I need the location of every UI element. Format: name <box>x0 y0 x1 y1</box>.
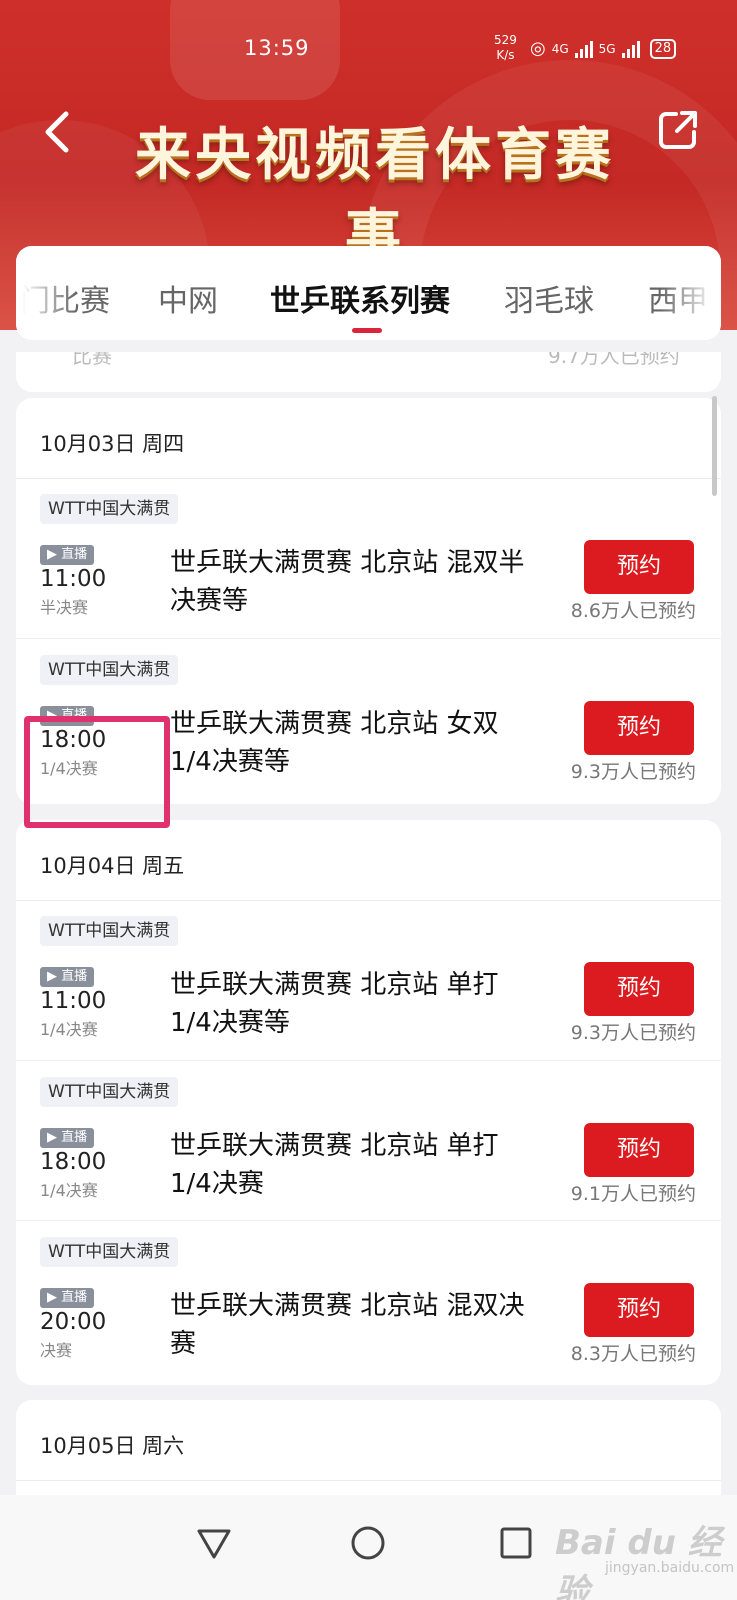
previous-card-bottom: 比赛 9.7万人已预约 <box>16 352 721 392</box>
live-badge: ▶ 直播 <box>40 545 95 565</box>
match-time: 18:00 <box>40 1149 107 1175</box>
day-date: 10月05日 周六 <box>40 1434 185 1458</box>
live-badge: ▶ 直播 <box>40 1288 95 1308</box>
live-badge: ▶ 直播 <box>40 967 95 987</box>
event-tag: WTT中国大满贯 <box>40 494 179 524</box>
match-row[interactable]: WTT中国大满贯 ▶ 直播 18:00 1/4决赛 世乒联大满贯赛 北京站 单打… <box>16 1060 721 1222</box>
match-row[interactable]: WTT中国大满贯 ▶ 直播 11:00 1/4决赛 世乒联大满贯赛 北京站 单打… <box>16 900 721 1062</box>
chevron-left-icon <box>45 111 69 153</box>
scrollbar[interactable] <box>712 396 717 496</box>
status-time: 13:59 <box>244 36 310 60</box>
square-recents-icon <box>500 1527 532 1559</box>
battery-icon: 28 <box>649 38 677 59</box>
match-title: 世乒联大满贯赛 北京站 单打1/4决赛 <box>170 1131 499 1199</box>
match-title: 世乒联大满贯赛 北京站 女双1/4决赛等 <box>170 709 499 777</box>
match-title: 世乒联大满贯赛 北京站 混双半决赛等 <box>170 548 525 616</box>
reservation-count: 8.6万人已预约 <box>570 600 696 622</box>
network-speed: 529 K/s <box>494 33 517 63</box>
event-tag: WTT中国大满贯 <box>40 1077 179 1107</box>
reserve-button[interactable]: 预约 <box>584 962 694 1016</box>
status-icons: ◎ 4G 5G 28 <box>530 38 677 59</box>
peek-count: 9.7万人已预约 <box>548 352 680 368</box>
match-title: 世乒联大满贯赛 北京站 混双决赛 <box>170 1291 525 1359</box>
tab-china-open[interactable]: 中网 <box>158 276 218 320</box>
tab-fade <box>16 246 76 340</box>
nav-recents-button[interactable] <box>496 1523 536 1563</box>
status-bar: 13:59 529 K/s ◎ 4G 5G 28 <box>0 30 737 70</box>
match-row[interactable]: WTT中国大满贯 ▶ 直播 11:00 半决赛 世乒联大满贯赛 北京站 混双半决… <box>16 478 721 640</box>
reserve-button[interactable]: 预约 <box>584 701 694 755</box>
share-button[interactable] <box>656 108 700 152</box>
share-icon <box>659 111 697 149</box>
nav-home-button[interactable] <box>348 1523 388 1563</box>
day-card: 10月04日 周五 WTT中国大满贯 ▶ 直播 11:00 1/4决赛 世乒联大… <box>16 820 721 1385</box>
divider <box>16 1480 721 1481</box>
network-speed-value: 529 <box>494 33 517 47</box>
reservation-count: 9.1万人已预约 <box>570 1183 696 1205</box>
match-time: 11:00 <box>40 988 107 1014</box>
back-button[interactable] <box>38 108 78 156</box>
match-time: 11:00 <box>40 566 107 592</box>
reserve-button[interactable]: 预约 <box>584 1283 694 1337</box>
tab-badminton[interactable]: 羽毛球 <box>504 276 594 320</box>
match-title: 世乒联大满贯赛 北京站 单打1/4决赛等 <box>170 970 499 1038</box>
network-type-label: 4G <box>551 41 569 56</box>
circle-home-icon <box>351 1526 385 1560</box>
category-tabs: 门比赛 中网 世乒联系列赛 羽毛球 西甲 <box>16 246 721 340</box>
reserve-button[interactable]: 预约 <box>584 540 694 594</box>
network-speed-unit: K/s <box>496 48 515 62</box>
highlight-annotation-box <box>24 716 170 828</box>
day-date: 10月04日 周五 <box>40 854 185 878</box>
nav-back-button[interactable] <box>194 1523 234 1563</box>
peek-text: 比赛 <box>72 352 112 368</box>
reservation-count: 9.3万人已预约 <box>570 761 696 783</box>
baidu-watermark: Bai du 经验 <box>555 1523 722 1600</box>
day-date: 10月03日 周四 <box>40 432 185 456</box>
reservation-count: 9.3万人已预约 <box>570 1022 696 1044</box>
match-time: 20:00 <box>40 1309 107 1335</box>
network-type-label: 5G <box>598 41 616 56</box>
match-round: 决赛 <box>40 1341 73 1360</box>
event-tag: WTT中国大满贯 <box>40 655 179 685</box>
reserve-button[interactable]: 预约 <box>584 1123 694 1177</box>
event-tag: WTT中国大满贯 <box>40 916 179 946</box>
signal-icon <box>574 40 593 58</box>
match-round: 1/4决赛 <box>40 1181 98 1200</box>
day-card: 10月05日 周六 <box>16 1400 721 1510</box>
tab-active-indicator <box>352 328 382 333</box>
baidu-watermark-url: jingyan.baidu.com <box>605 1560 735 1576</box>
signal-icon <box>621 40 640 58</box>
triangle-back-icon <box>197 1529 231 1559</box>
hotspot-icon: ◎ <box>530 38 546 59</box>
event-tag: WTT中国大满贯 <box>40 1237 179 1267</box>
live-badge: ▶ 直播 <box>40 1128 95 1148</box>
match-round: 1/4决赛 <box>40 1020 98 1039</box>
reservation-count: 8.3万人已预约 <box>570 1343 696 1365</box>
match-row[interactable]: WTT中国大满贯 ▶ 直播 20:00 决赛 世乒联大满贯赛 北京站 混双决赛 … <box>16 1220 721 1382</box>
tab-fade <box>661 246 721 340</box>
tab-wtt-series[interactable]: 世乒联系列赛 <box>270 276 450 320</box>
match-round: 半决赛 <box>40 598 89 617</box>
